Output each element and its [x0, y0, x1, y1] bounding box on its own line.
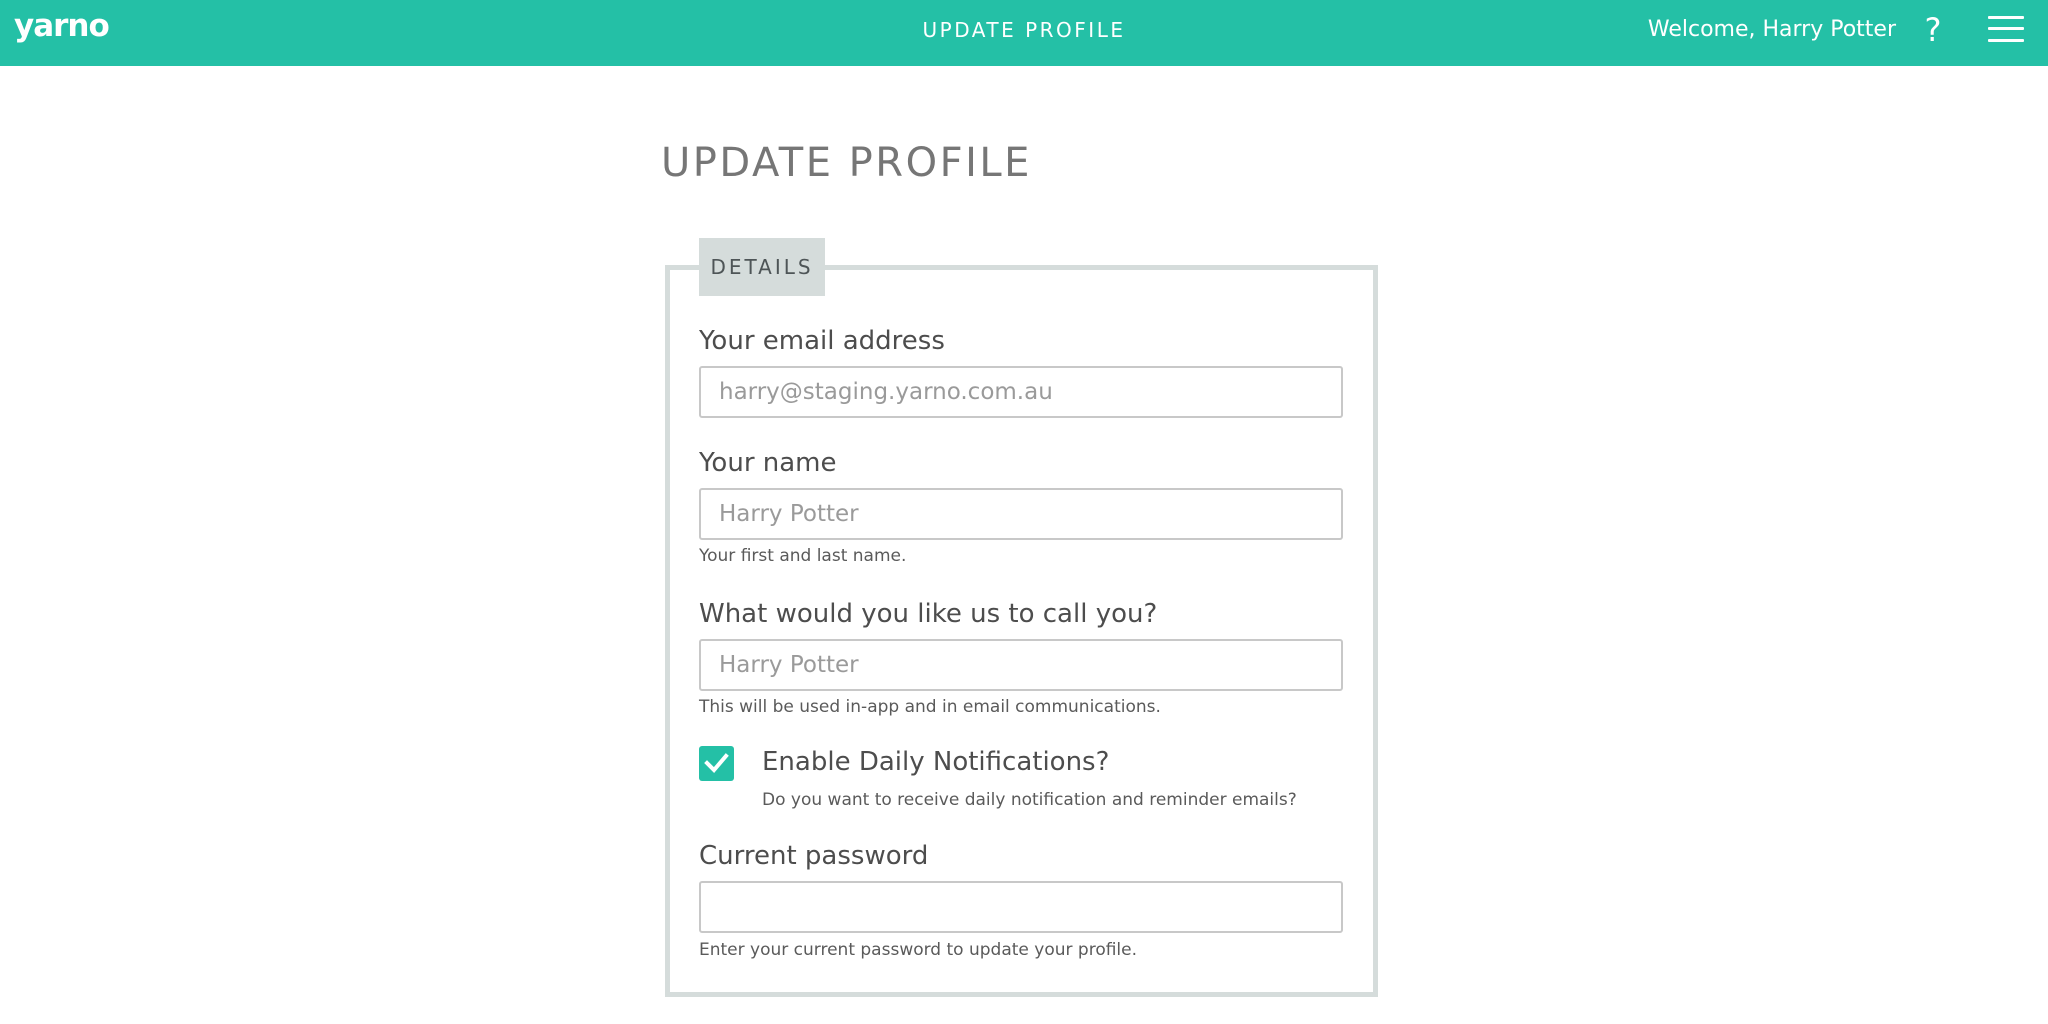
- current-password-label: Current password: [699, 841, 929, 871]
- daily-notifications-label[interactable]: Enable Daily Notifications?: [762, 747, 1109, 777]
- nickname-field[interactable]: [699, 639, 1343, 691]
- daily-notifications-hint: Do you want to receive daily notificatio…: [762, 790, 1297, 810]
- nickname-hint: This will be used in-app and in email co…: [699, 697, 1161, 717]
- name-field[interactable]: [699, 488, 1343, 540]
- top-navigation-bar: yarno UPDATE PROFILE Welcome, Harry Pott…: [0, 0, 2048, 66]
- current-password-field[interactable]: [699, 881, 1343, 933]
- hamburger-menu-icon[interactable]: [1988, 14, 2024, 44]
- name-hint: Your first and last name.: [699, 546, 907, 566]
- name-label: Your name: [699, 448, 837, 478]
- details-legend: DETAILS: [699, 238, 825, 296]
- checkmark-icon: [704, 753, 729, 773]
- email-label: Your email address: [699, 326, 945, 356]
- help-icon[interactable]: ?: [1922, 10, 1944, 50]
- page-title: UPDATE PROFILE: [661, 140, 1032, 186]
- welcome-message: Welcome, Harry Potter: [1647, 17, 1896, 42]
- current-password-hint: Enter your current password to update yo…: [699, 940, 1138, 960]
- email-field[interactable]: [699, 366, 1343, 418]
- daily-notifications-checkbox[interactable]: [699, 746, 734, 781]
- yarno-logo[interactable]: yarno: [14, 8, 110, 44]
- nickname-label: What would you like us to call you?: [699, 599, 1158, 629]
